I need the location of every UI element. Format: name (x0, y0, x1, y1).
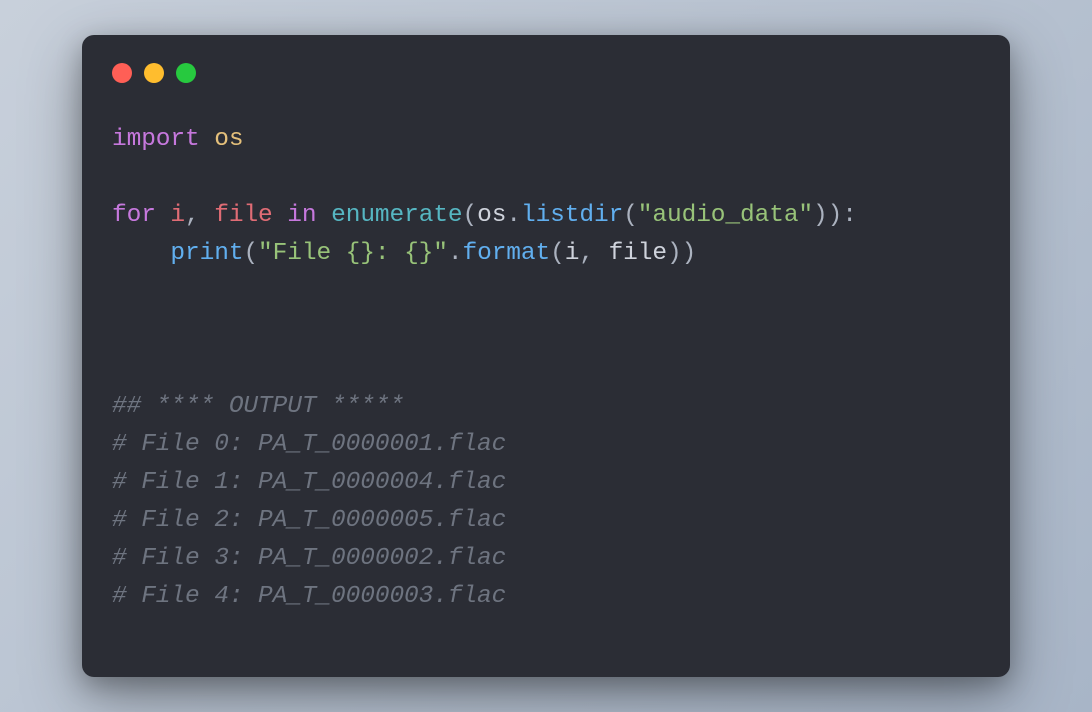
module-name: os (214, 126, 243, 153)
fn-enumerate: enumerate (331, 202, 462, 229)
arg-i: i (565, 240, 580, 267)
minimize-icon[interactable] (144, 63, 164, 83)
code-block: import os for i, file in enumerate(os.li… (112, 121, 980, 616)
var-file: file (214, 202, 272, 229)
fn-format: format (463, 240, 551, 267)
output-line: # File 4: PA_T_0000003.flac (112, 583, 506, 610)
output-line: # File 3: PA_T_0000002.flac (112, 545, 506, 572)
fn-listdir: listdir (521, 202, 623, 229)
output-line: # File 2: PA_T_0000005.flac (112, 507, 506, 534)
comma: , (579, 240, 608, 267)
close-parens: )) (667, 240, 696, 267)
blank-line (112, 159, 980, 197)
paren-open: ( (463, 202, 478, 229)
format-string: "File {}: {}" (258, 240, 448, 267)
paren-open-2: ( (550, 240, 565, 267)
indent (112, 240, 170, 267)
code-window: import os for i, file in enumerate(os.li… (82, 35, 1010, 677)
spacer (112, 273, 980, 388)
comma: , (185, 202, 214, 229)
var-i: i (170, 202, 185, 229)
keyword-for: for (112, 202, 156, 229)
output-header: ## **** OUTPUT ***** (112, 393, 404, 420)
dot: . (448, 240, 463, 267)
dot: . (506, 202, 521, 229)
string-arg: "audio_data" (638, 202, 813, 229)
output-line: # File 0: PA_T_0000001.flac (112, 431, 506, 458)
maximize-icon[interactable] (176, 63, 196, 83)
keyword-import: import (112, 126, 200, 153)
close-icon[interactable] (112, 63, 132, 83)
keyword-in: in (287, 202, 316, 229)
paren-open-2: ( (623, 202, 638, 229)
paren-open: ( (243, 240, 258, 267)
output-line: # File 1: PA_T_0000004.flac (112, 469, 506, 496)
traffic-lights (112, 63, 980, 83)
arg-file: file (609, 240, 667, 267)
close-parens: )): (813, 202, 857, 229)
fn-print: print (170, 240, 243, 267)
os-ref: os (477, 202, 506, 229)
